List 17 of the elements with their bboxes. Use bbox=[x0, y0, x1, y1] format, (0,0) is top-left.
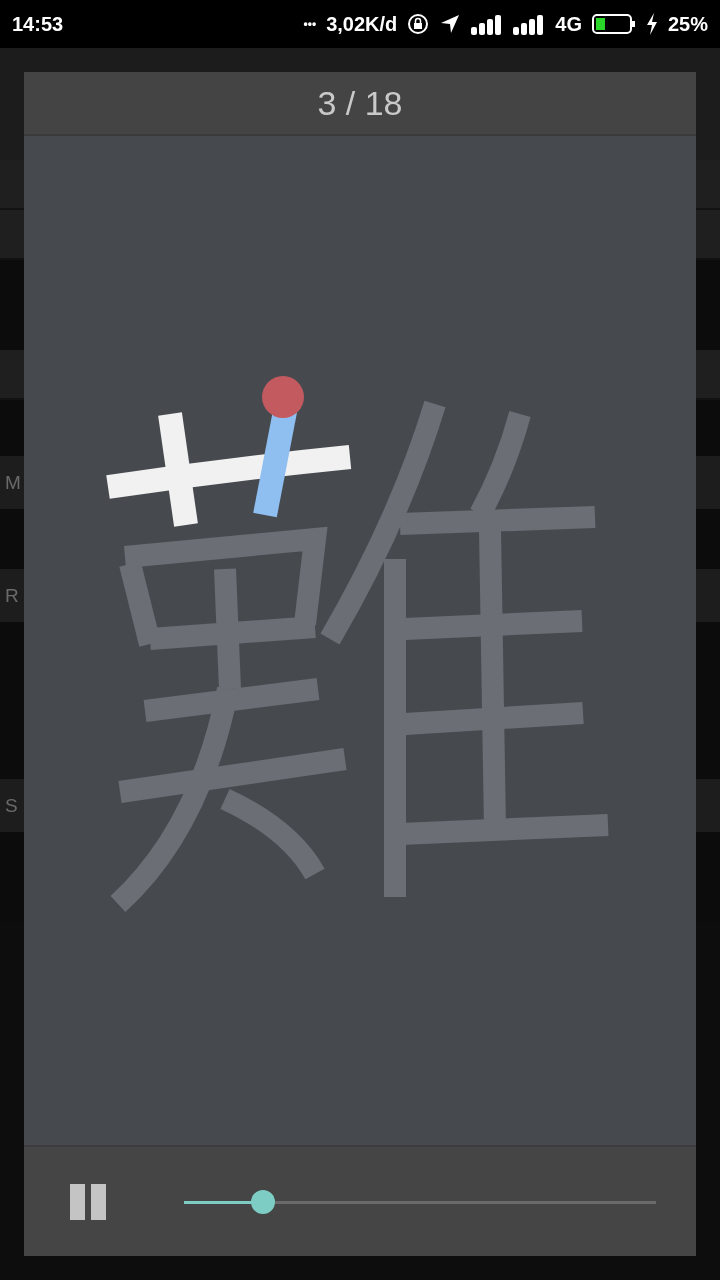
section-header: M bbox=[5, 471, 21, 494]
battery-percent: 25% bbox=[667, 12, 708, 36]
overflow-dots: ••• bbox=[303, 17, 317, 31]
battery-icon bbox=[591, 13, 636, 35]
charging-bolt-icon bbox=[645, 13, 658, 35]
network-type: 4G bbox=[555, 12, 582, 36]
rotation-lock-icon bbox=[407, 13, 430, 35]
pause-button[interactable] bbox=[70, 1183, 106, 1220]
slider-thumb[interactable] bbox=[250, 1189, 275, 1214]
location-arrow-icon bbox=[439, 13, 462, 35]
clock-time: 14:53 bbox=[12, 12, 64, 36]
signal-icon bbox=[471, 13, 504, 35]
signal-icon bbox=[513, 13, 546, 35]
section-header: S bbox=[5, 794, 18, 817]
section-header: R bbox=[5, 584, 19, 607]
data-speed: 3,02K/d bbox=[326, 12, 398, 36]
stroke-counter: 3 / 18 bbox=[317, 83, 403, 123]
